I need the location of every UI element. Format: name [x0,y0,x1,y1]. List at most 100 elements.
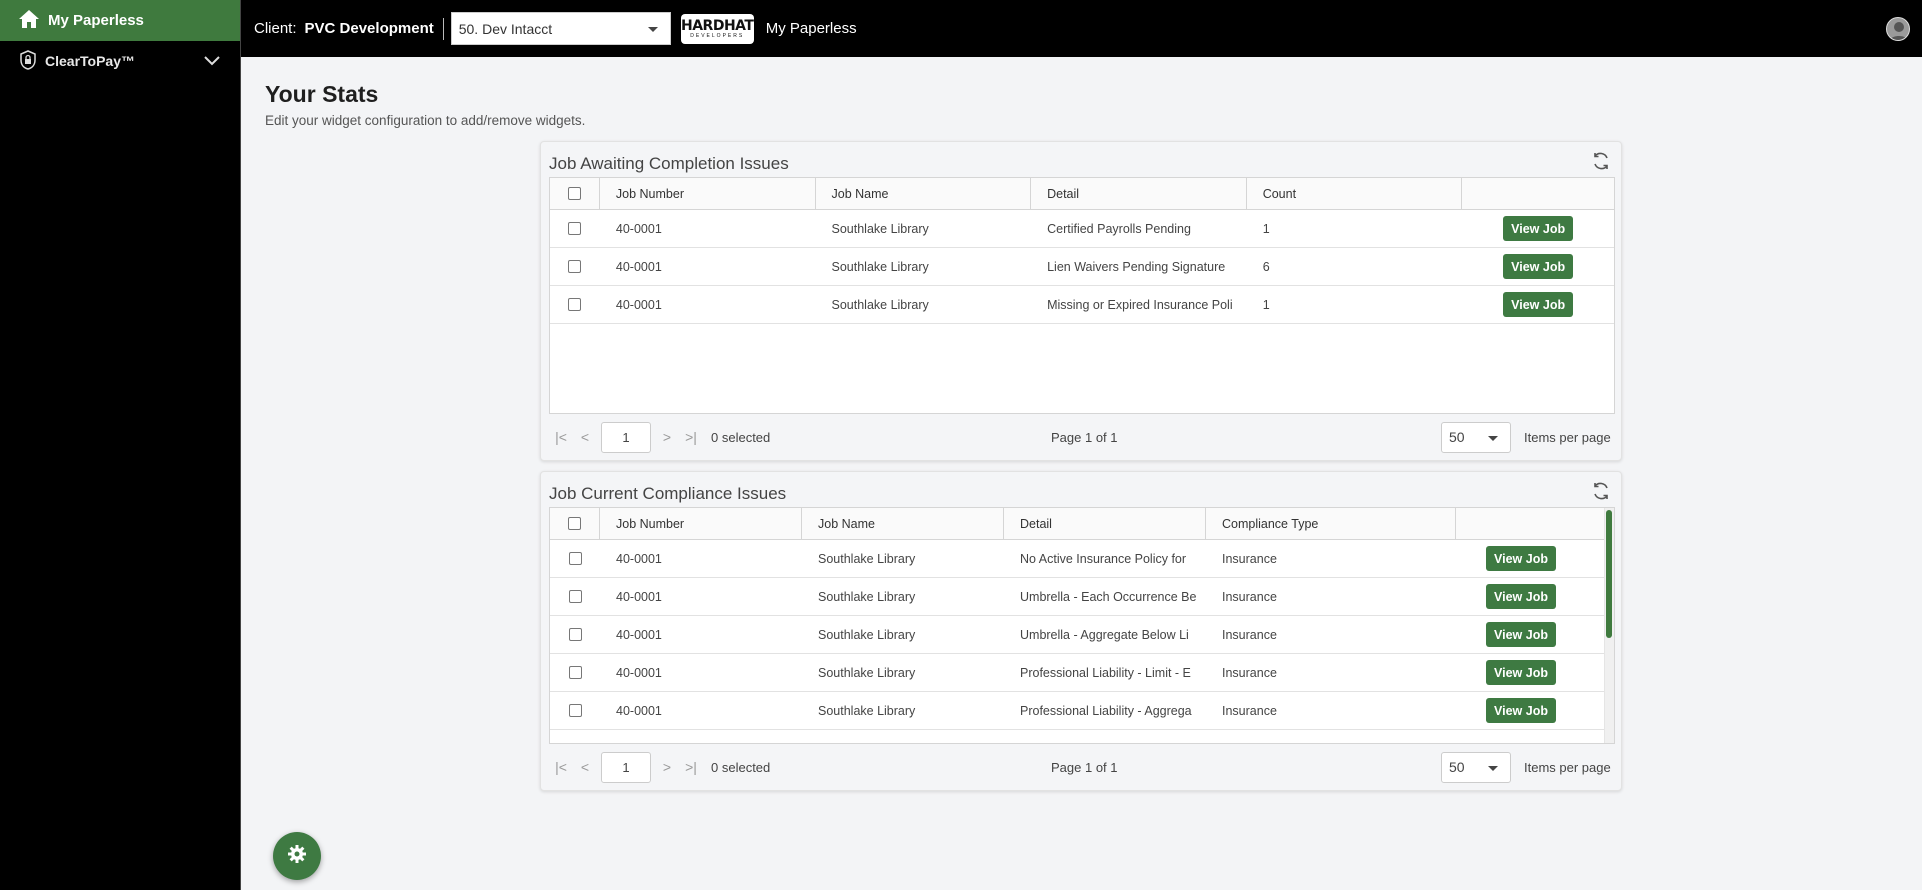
next-page-icon[interactable]: > [655,425,679,449]
job-number-cell: 40-0001 [616,703,662,718]
table-row: 40-0001 Southlake Library Professional L… [550,692,1614,730]
last-page-icon[interactable]: >| [679,755,703,779]
column-header[interactable]: Job Name [816,178,1032,209]
items-per-page-select[interactable]: 50 [1441,421,1511,453]
scrollbar-thumb[interactable] [1606,510,1612,638]
table-row: 40-0001 Southlake Library Certified Payr… [550,210,1614,248]
count-cell: 6 [1262,259,1270,274]
page-info: Page 1 of 1 [1051,759,1118,775]
select-all-checkbox[interactable] [568,517,581,530]
page-input[interactable]: 1 [601,421,651,453]
page-info: Page 1 of 1 [1051,429,1118,445]
view-job-button[interactable]: View Job [1486,698,1556,723]
view-job-button[interactable]: View Job [1503,254,1574,279]
table-row: 40-0001 Southlake Library No Active Insu… [550,540,1614,578]
client-label: Client: [254,20,297,37]
detail-cell: No Active Insurance Policy for [1020,551,1187,566]
widget-title: Job Current Compliance Issues [549,484,787,503]
client-select-value: 50. Dev Intacct [458,20,553,37]
job-number-cell: 40-0001 [615,221,662,236]
avatar[interactable] [1886,17,1910,41]
column-header-actions [1462,178,1614,209]
detail-cell: Professional Liability - Aggrega [1020,703,1192,718]
job-name-cell: Southlake Library [818,665,916,680]
job-number-cell: 40-0001 [616,551,662,566]
data-grid: Job Number Job Name Detail Count 40-0001… [549,177,1615,414]
job-name-cell: Southlake Library [831,221,929,236]
pager: |< < 1 > >| 0 selected Page 1 of 1 50 It… [549,419,1615,455]
count-cell: 1 [1262,221,1270,236]
app-title: My Paperless [765,20,857,37]
table-row: 40-0001 Southlake Library Missing or Exp… [550,286,1614,324]
column-header[interactable]: Detail [1004,508,1206,539]
compliance-type-cell: Insurance [1222,703,1277,718]
detail-cell: Professional Liability - Limit - E [1020,665,1191,680]
lock-icon [20,49,36,73]
row-checkbox[interactable] [568,298,582,311]
view-job-button[interactable]: View Job [1503,216,1574,241]
row-checkbox[interactable] [568,666,582,679]
detail-cell: Umbrella - Aggregate Below Li [1020,627,1189,642]
row-checkbox[interactable] [568,222,582,235]
chevron-down-icon[interactable] [204,53,220,69]
next-page-icon[interactable]: > [655,755,679,779]
items-per-page-select[interactable]: 50 [1441,751,1511,783]
items-per-page-label: Items per page [1524,429,1611,445]
column-header[interactable]: Job Name [802,508,1004,539]
job-name-cell: Southlake Library [831,259,929,274]
view-job-button[interactable]: View Job [1486,584,1556,609]
page-title: Your Stats [265,81,379,107]
select-all-checkbox[interactable] [567,187,581,200]
page-input[interactable]: 1 [601,751,651,783]
column-header[interactable]: Detail [1031,178,1247,209]
job-name-cell: Southlake Library [831,297,929,312]
sidebar-item-cleartopay[interactable]: ClearToPay™ [0,41,240,81]
select-all-checkbox-cell [550,508,600,539]
column-header[interactable]: Job Number [600,508,802,539]
caret-down-icon [647,27,658,32]
view-job-button[interactable]: View Job [1486,660,1556,685]
selected-count: 0 selected [711,759,771,775]
refresh-icon[interactable] [1591,151,1611,171]
refresh-icon[interactable] [1591,481,1611,501]
sidebar-item-label: My Paperless [48,12,144,29]
job-number-cell: 40-0001 [616,665,662,680]
job-name-cell: Southlake Library [818,627,916,642]
sidebar: My Paperless ClearToPay™ [0,0,241,890]
grid-header: Job Number Job Name Detail Compliance Ty… [550,508,1614,540]
job-name-cell: Southlake Library [818,703,916,718]
view-job-button[interactable]: View Job [1503,292,1574,317]
row-checkbox[interactable] [568,552,582,565]
topbar: Client: PVC Development 50. Dev Intacct … [241,0,1922,57]
prev-page-icon[interactable]: < [573,755,597,779]
grid-header: Job Number Job Name Detail Count [550,178,1614,210]
prev-page-icon[interactable]: < [573,425,597,449]
job-number-cell: 40-0001 [616,627,662,642]
column-header[interactable]: Compliance Type [1206,508,1456,539]
row-checkbox[interactable] [568,590,582,603]
widget-job-current-compliance: Job Current Compliance Issues Job Number… [540,471,1622,791]
caret-down-icon [1488,435,1498,441]
column-header[interactable]: Count [1247,178,1463,209]
client-select[interactable]: 50. Dev Intacct [450,12,671,45]
view-job-button[interactable]: View Job [1486,546,1556,571]
client-name: PVC Development [304,20,434,37]
column-header[interactable]: Job Number [600,178,816,209]
items-per-page-label: Items per page [1524,759,1611,775]
row-checkbox[interactable] [568,260,582,273]
row-checkbox[interactable] [568,628,582,641]
compliance-type-cell: Insurance [1222,627,1277,642]
settings-button[interactable] [273,832,321,880]
row-checkbox[interactable] [568,704,582,717]
table-row: 40-0001 Southlake Library Lien Waivers P… [550,248,1614,286]
home-icon [18,9,40,33]
sidebar-item-label: ClearToPay™ [45,53,135,69]
table-row: 40-0001 Southlake Library Umbrella - Agg… [550,616,1614,654]
view-job-button[interactable]: View Job [1486,622,1556,647]
first-page-icon[interactable]: |< [549,755,573,779]
sidebar-item-my-paperless[interactable]: My Paperless [0,0,240,41]
scrollbar-track[interactable] [1604,508,1614,743]
first-page-icon[interactable]: |< [549,425,573,449]
job-name-cell: Southlake Library [818,589,916,604]
last-page-icon[interactable]: >| [679,425,703,449]
